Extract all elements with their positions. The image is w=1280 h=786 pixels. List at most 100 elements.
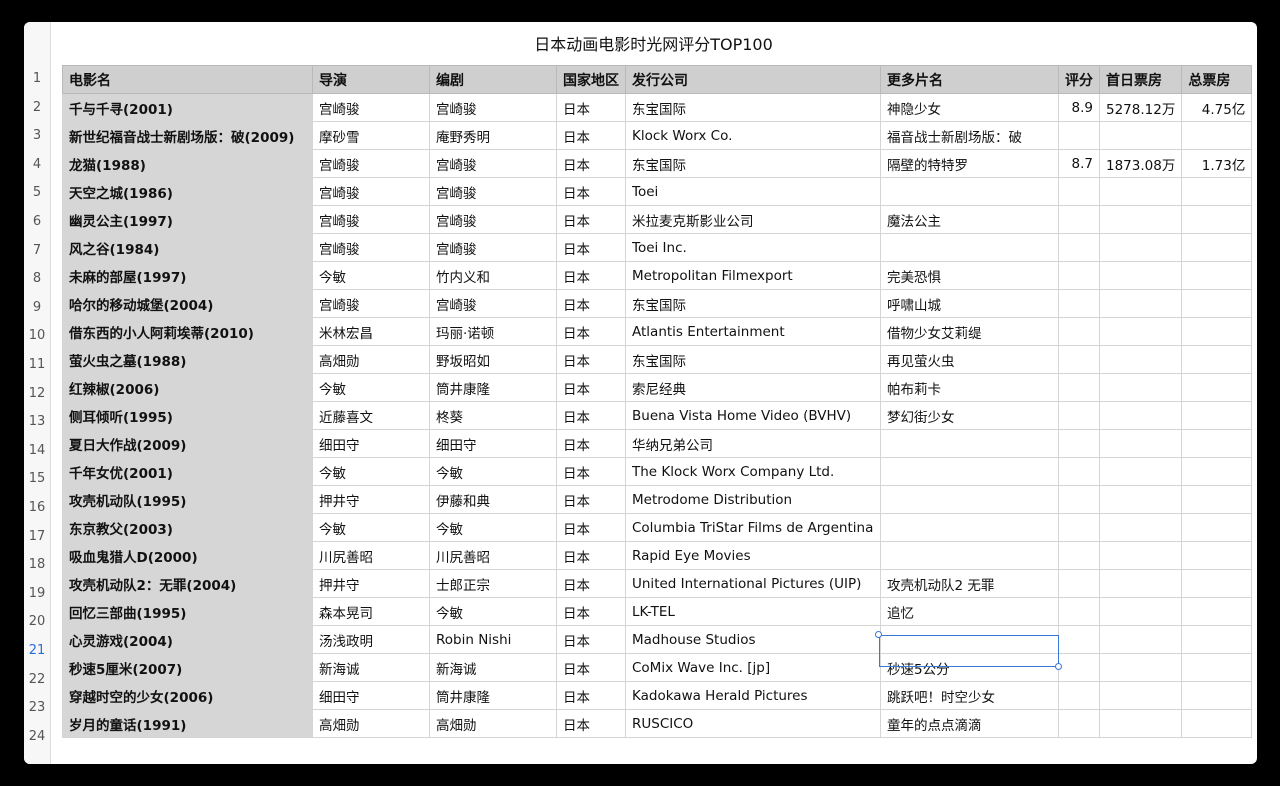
cell-title[interactable]: 攻壳机动队(1995): [62, 485, 313, 514]
cell-rating[interactable]: [1058, 429, 1100, 458]
cell-director[interactable]: 宫崎骏: [312, 233, 430, 262]
cell-country[interactable]: 日本: [556, 401, 626, 430]
cell-total-box-office[interactable]: [1181, 597, 1253, 626]
cell-distributor[interactable]: 东宝国际: [625, 149, 881, 178]
cell-total-box-office[interactable]: [1181, 681, 1253, 710]
cell-total-box-office[interactable]: [1181, 709, 1253, 738]
cell-distributor[interactable]: Rapid Eye Movies: [625, 541, 881, 570]
selection-handle-bottom-right[interactable]: [1055, 663, 1062, 670]
cell-writer[interactable]: 筒井康隆: [429, 681, 557, 710]
cell-rating[interactable]: [1058, 597, 1100, 626]
cell-alt-title[interactable]: 福音战士新剧场版：破: [880, 121, 1059, 150]
cell-total-box-office[interactable]: [1181, 317, 1253, 346]
cell-total-box-office[interactable]: [1181, 205, 1253, 234]
cell-title[interactable]: 秒速5厘米(2007): [62, 653, 313, 682]
cell-opening-box-office[interactable]: 5278.12万: [1098, 93, 1183, 122]
cell-rating[interactable]: [1058, 317, 1100, 346]
row-number[interactable]: 11: [24, 351, 50, 379]
cell-director[interactable]: 细田守: [312, 681, 430, 710]
cell-total-box-office[interactable]: [1181, 401, 1253, 430]
cell-alt-title[interactable]: [880, 429, 1059, 458]
cell-country[interactable]: 日本: [556, 233, 626, 262]
cell-alt-title[interactable]: 借物少女艾莉缇: [880, 317, 1059, 346]
cell-country[interactable]: 日本: [556, 149, 626, 178]
cell-distributor[interactable]: Klock Worx Co.: [625, 121, 881, 150]
cell-alt-title[interactable]: [880, 177, 1059, 206]
row-number[interactable]: 13: [24, 408, 50, 436]
cell-title[interactable]: 新世纪福音战士新剧场版：破(2009): [62, 121, 313, 150]
cell-rating[interactable]: [1058, 457, 1100, 486]
cell-country[interactable]: 日本: [556, 177, 626, 206]
cell-opening-box-office[interactable]: [1098, 457, 1183, 486]
row-number[interactable]: 20: [24, 608, 50, 636]
cell-director[interactable]: 今敏: [312, 513, 430, 542]
cell-opening-box-office[interactable]: [1098, 233, 1183, 262]
cell-distributor[interactable]: Buena Vista Home Video (BVHV): [625, 401, 881, 430]
cell-writer[interactable]: 川尻善昭: [429, 541, 557, 570]
cell-director[interactable]: 川尻善昭: [312, 541, 430, 570]
cell-distributor[interactable]: 索尼经典: [625, 373, 881, 402]
cell-country[interactable]: 日本: [556, 569, 626, 598]
cell-total-box-office[interactable]: 1.73亿: [1181, 149, 1253, 178]
cell-rating[interactable]: [1058, 233, 1100, 262]
cell-writer[interactable]: 宫崎骏: [429, 149, 557, 178]
cell-director[interactable]: 宫崎骏: [312, 93, 430, 122]
cell-distributor[interactable]: Metrodome Distribution: [625, 485, 881, 514]
cell-country[interactable]: 日本: [556, 429, 626, 458]
cell-writer[interactable]: 柊葵: [429, 401, 557, 430]
cell-title[interactable]: 吸血鬼猎人D(2000): [62, 541, 313, 570]
cell-director[interactable]: 今敏: [312, 457, 430, 486]
cell-rating[interactable]: 8.7: [1058, 149, 1100, 178]
cell-country[interactable]: 日本: [556, 513, 626, 542]
cell-director[interactable]: 新海诚: [312, 653, 430, 682]
cell-country[interactable]: 日本: [556, 345, 626, 374]
cell-title[interactable]: 岁月的童话(1991): [62, 709, 313, 738]
cell-distributor[interactable]: Columbia TriStar Films de Argentina: [625, 513, 881, 542]
cell-director[interactable]: 押井守: [312, 485, 430, 514]
cell-opening-box-office[interactable]: [1098, 261, 1183, 290]
row-number[interactable]: 2: [24, 94, 50, 122]
cell-title[interactable]: 千年女优(2001): [62, 457, 313, 486]
cell-rating[interactable]: [1058, 513, 1100, 542]
cell-distributor[interactable]: CoMix Wave Inc. [jp]: [625, 653, 881, 682]
cell-writer[interactable]: 玛丽·诺顿: [429, 317, 557, 346]
cell-country[interactable]: 日本: [556, 121, 626, 150]
row-number[interactable]: 10: [24, 322, 50, 350]
cell-rating[interactable]: [1058, 653, 1100, 682]
cell-director[interactable]: 宫崎骏: [312, 289, 430, 318]
cell-distributor[interactable]: 东宝国际: [625, 93, 881, 122]
cell-alt-title[interactable]: 呼啸山城: [880, 289, 1059, 318]
cell-writer[interactable]: 宫崎骏: [429, 233, 557, 262]
selection-handle-top-left[interactable]: [875, 631, 882, 638]
cell-alt-title[interactable]: 隔壁的特特罗: [880, 149, 1059, 178]
cell-total-box-office[interactable]: [1181, 289, 1253, 318]
cell-rating[interactable]: [1058, 485, 1100, 514]
cell-country[interactable]: 日本: [556, 541, 626, 570]
cell-total-box-office[interactable]: [1181, 373, 1253, 402]
row-number[interactable]: 1: [24, 65, 50, 93]
cell-title[interactable]: 天空之城(1986): [62, 177, 313, 206]
cell-distributor[interactable]: 东宝国际: [625, 289, 881, 318]
cell-country[interactable]: 日本: [556, 205, 626, 234]
cell-alt-title[interactable]: 梦幻街少女: [880, 401, 1059, 430]
row-number[interactable]: 8: [24, 265, 50, 293]
cell-distributor[interactable]: Madhouse Studios: [625, 625, 881, 654]
header-cell-opening-box-office[interactable]: 首日票房: [1098, 65, 1183, 94]
cell-director[interactable]: 米林宏昌: [312, 317, 430, 346]
cell-opening-box-office[interactable]: [1098, 513, 1183, 542]
cell-opening-box-office[interactable]: [1098, 597, 1183, 626]
row-number[interactable]: 18: [24, 551, 50, 579]
cell-writer[interactable]: 伊藤和典: [429, 485, 557, 514]
cell-country[interactable]: 日本: [556, 93, 626, 122]
header-cell-writer[interactable]: 编剧: [429, 65, 557, 94]
cell-alt-title[interactable]: 魔法公主: [880, 205, 1059, 234]
header-cell-distributor[interactable]: 发行公司: [625, 65, 881, 94]
header-cell-rating[interactable]: 评分: [1058, 65, 1100, 94]
cell-opening-box-office[interactable]: [1098, 429, 1183, 458]
row-number[interactable]: 3: [24, 122, 50, 150]
cell-distributor[interactable]: 东宝国际: [625, 345, 881, 374]
cell-total-box-office[interactable]: [1181, 625, 1253, 654]
cell-total-box-office[interactable]: [1181, 261, 1253, 290]
cell-director[interactable]: 宫崎骏: [312, 149, 430, 178]
cell-opening-box-office[interactable]: [1098, 373, 1183, 402]
